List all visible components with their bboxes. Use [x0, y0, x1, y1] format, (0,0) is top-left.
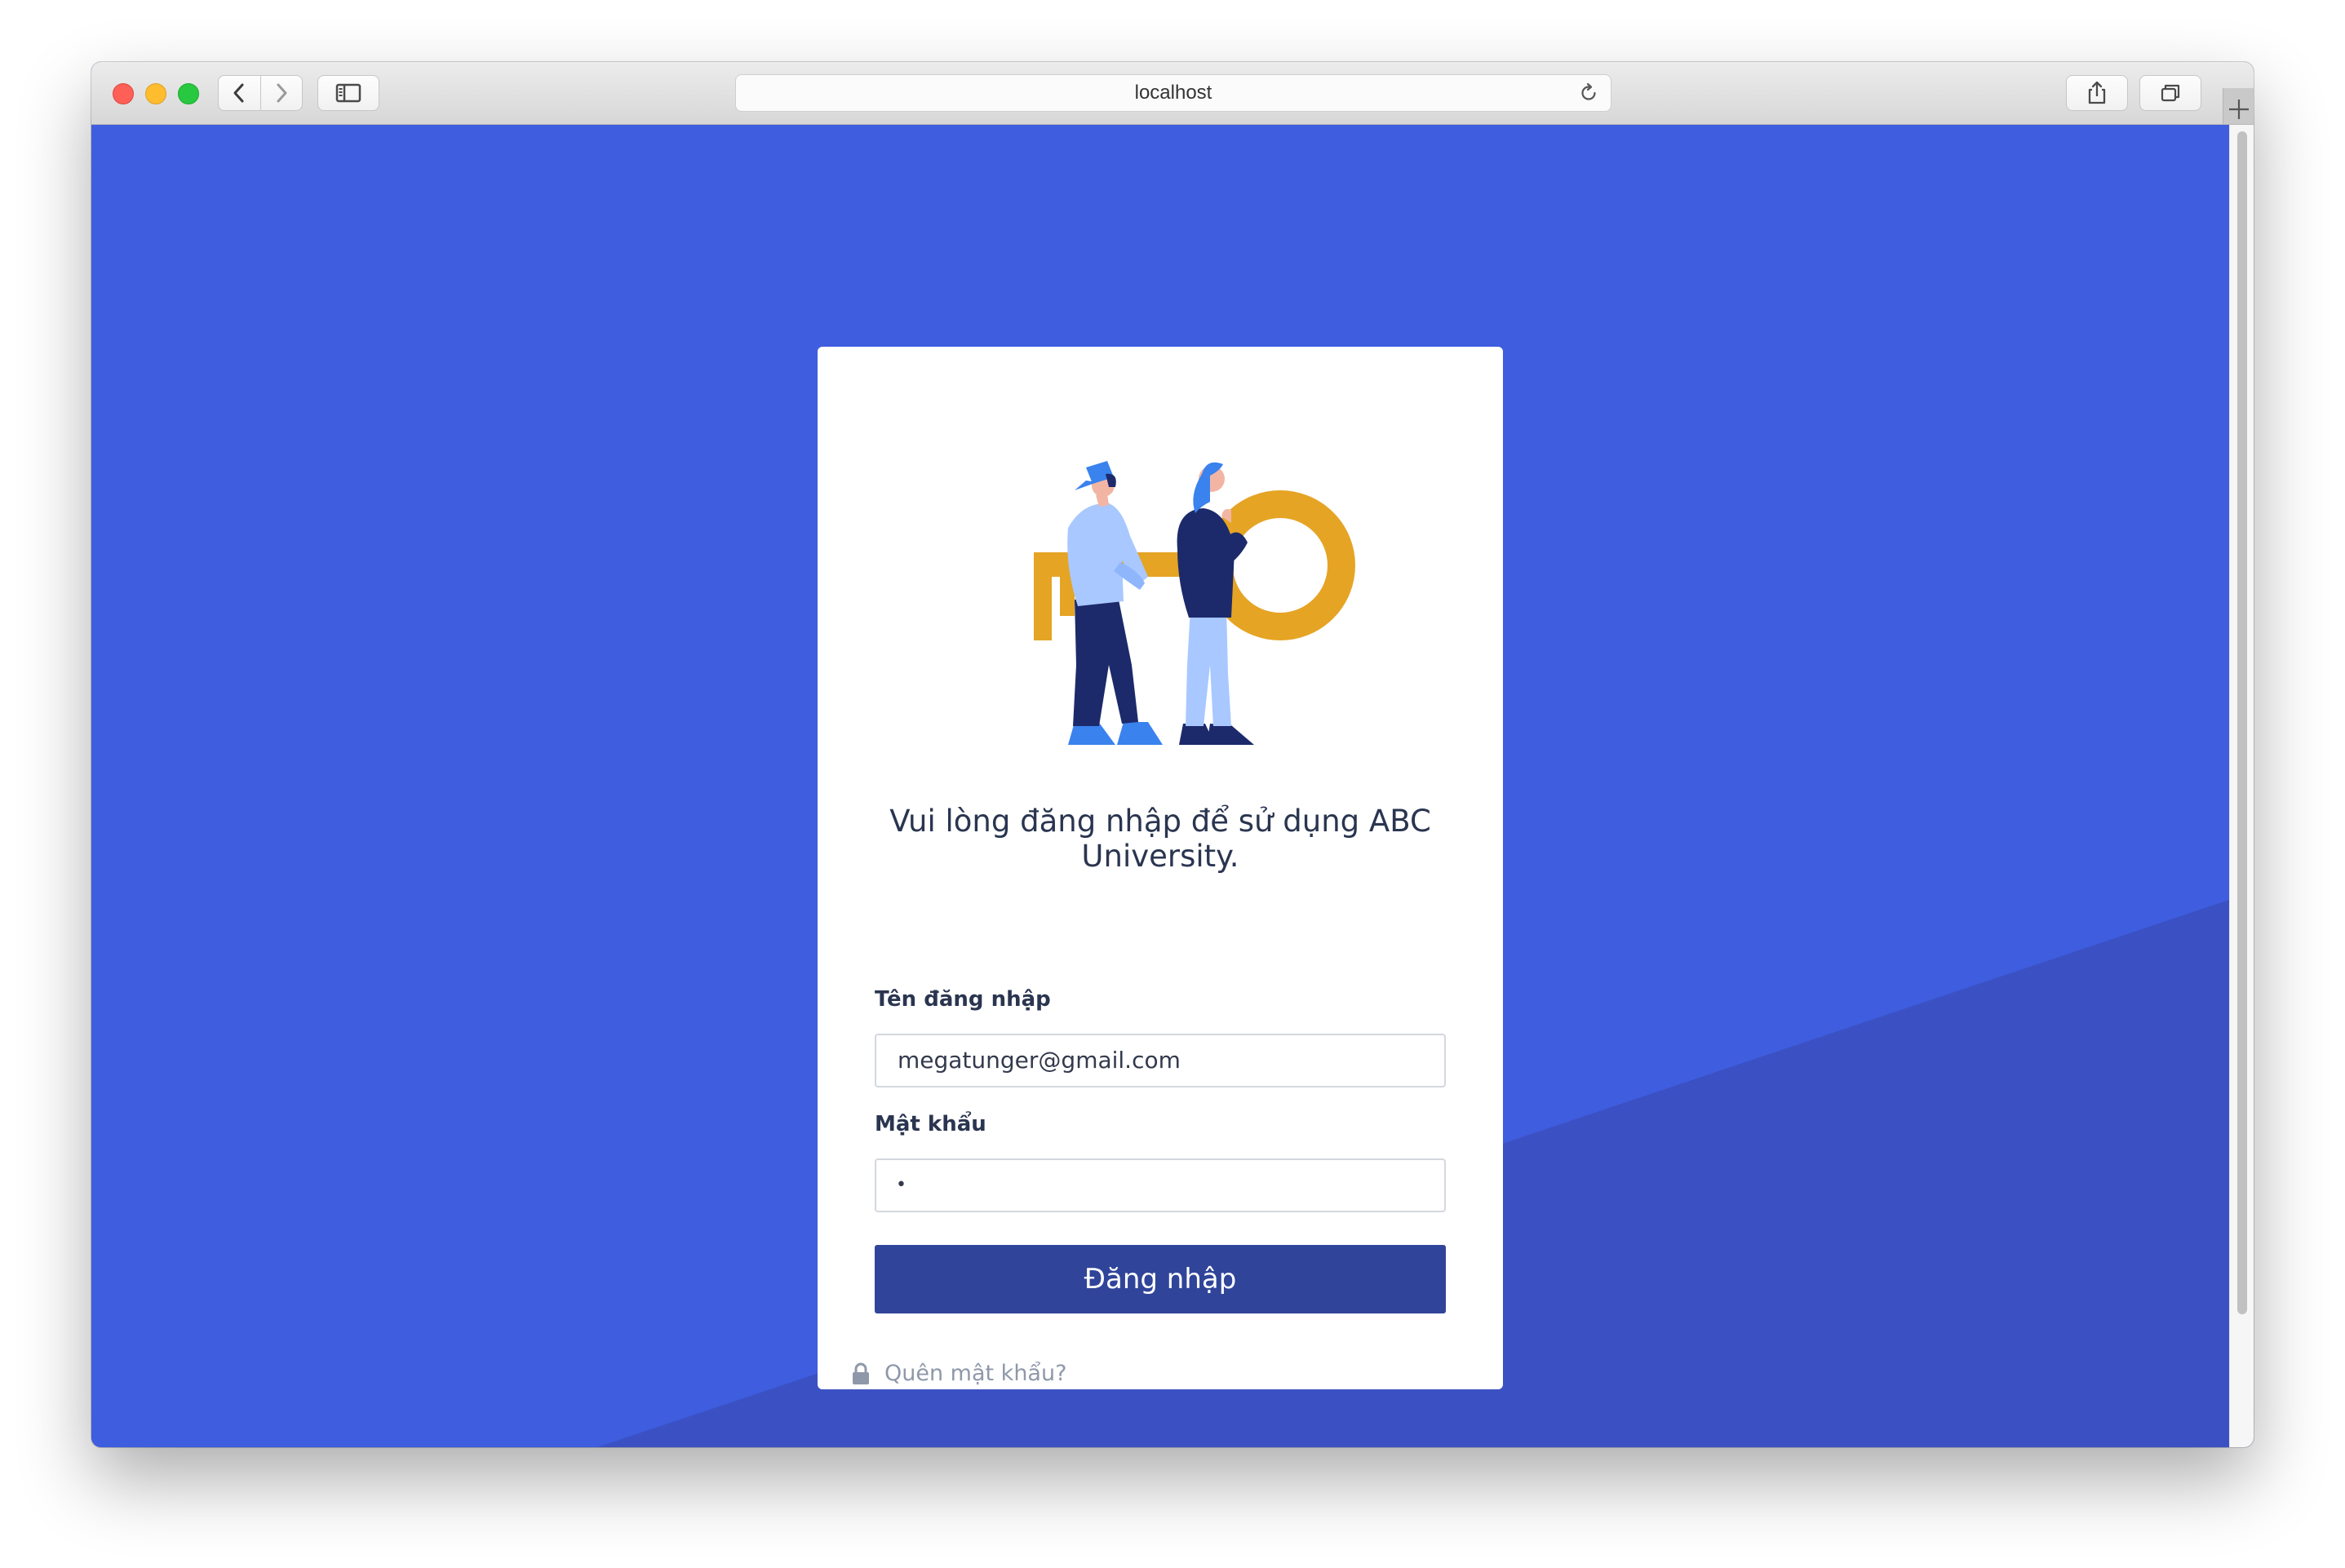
address-url: localhost	[1134, 82, 1212, 104]
address-bar[interactable]: localhost	[735, 74, 1611, 112]
forward-button[interactable]	[261, 76, 303, 110]
close-window-button[interactable]	[113, 83, 134, 104]
people-carrying-key-illustration	[1034, 461, 1355, 745]
password-input[interactable]: •	[875, 1158, 1446, 1212]
vertical-scrollbar[interactable]	[2229, 125, 2254, 1447]
password-value: •	[896, 1175, 907, 1195]
share-button[interactable]	[2066, 75, 2128, 111]
forgot-password-label: Quên mật khẩu?	[884, 1361, 1067, 1386]
new-tab-button[interactable]	[2223, 88, 2254, 124]
tabs-icon	[2161, 84, 2180, 102]
plus-icon	[2229, 100, 2249, 119]
password-label: Mật khẩu	[875, 1112, 986, 1136]
username-value: megatunger@gmail.com	[898, 1047, 1181, 1074]
sidebar-toggle-button[interactable]	[317, 75, 379, 111]
chevron-left-icon	[233, 83, 244, 103]
key-ring-icon	[1205, 490, 1355, 640]
back-button[interactable]	[219, 76, 260, 110]
scrollbar-thumb[interactable]	[2237, 131, 2247, 1314]
login-card: Vui lòng đăng nhập để sử dụng ABC Univer…	[818, 347, 1503, 1389]
page-content: Vui lòng đăng nhập để sử dụng ABC Univer…	[91, 125, 2229, 1447]
chevron-right-icon	[277, 83, 287, 103]
show-tabs-button[interactable]	[2139, 75, 2201, 111]
maximize-window-button[interactable]	[178, 83, 199, 104]
username-input[interactable]: megatunger@gmail.com	[875, 1034, 1446, 1087]
minimize-window-button[interactable]	[145, 83, 166, 104]
share-icon	[2088, 81, 2106, 104]
navigation-buttons	[218, 75, 303, 111]
browser-toolbar: localhost	[91, 62, 2254, 125]
username-label: Tên đăng nhập	[875, 987, 1051, 1012]
login-button[interactable]: Đăng nhập	[875, 1245, 1446, 1313]
login-title: Vui lòng đăng nhập để sử dụng ABC Univer…	[889, 804, 1431, 874]
reload-icon[interactable]	[1578, 82, 1599, 104]
browser-window: localhost Vui lòng đăng nhập để sử dụng …	[91, 62, 2254, 1447]
lock-icon	[853, 1362, 869, 1384]
sidebar-icon	[335, 83, 361, 103]
